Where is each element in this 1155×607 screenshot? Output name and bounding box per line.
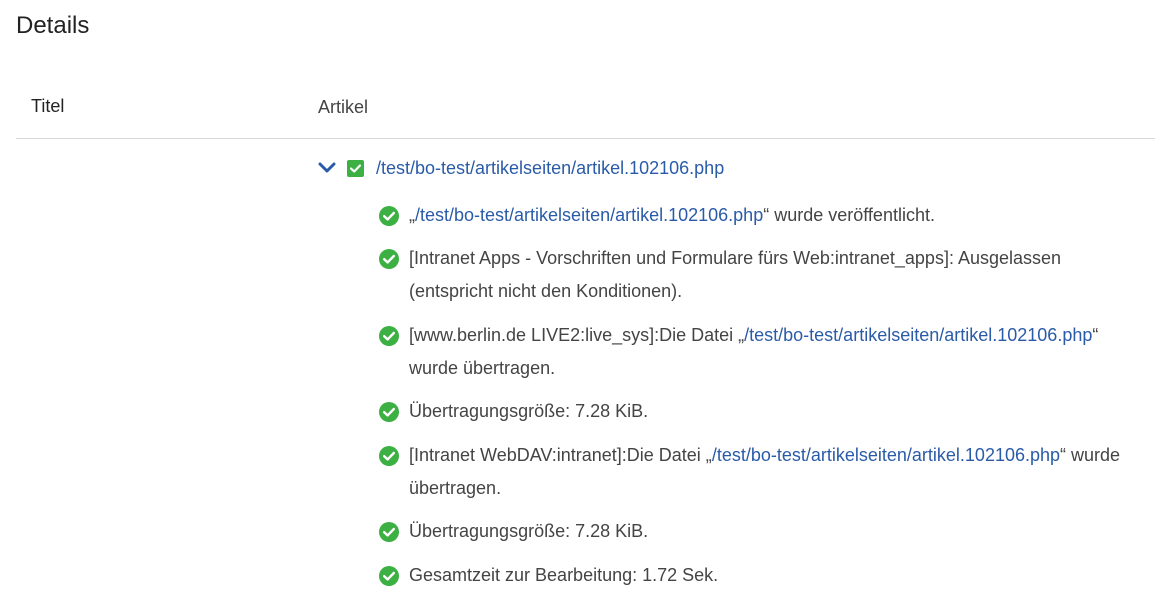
check-circle-icon <box>379 326 399 346</box>
file-link[interactable]: /test/bo-test/artikelseiten/artikel.1021… <box>712 445 1060 465</box>
checkbox-checked[interactable] <box>347 159 364 177</box>
check-circle-icon <box>379 206 399 226</box>
status-message: [www.berlin.de LIVE2:live_sys]:Die Datei… <box>379 324 1149 385</box>
check-circle-icon <box>379 446 399 466</box>
status-message: Übertragungsgröße: 7.28 KiB. <box>379 520 1149 548</box>
message-text: „/test/bo-test/artikelseiten/artikel.102… <box>409 205 935 225</box>
check-circle-icon <box>379 566 399 586</box>
column-header-titel: Titel <box>31 96 65 116</box>
status-message: [Intranet WebDAV:intranet]:Die Datei „/t… <box>379 444 1149 505</box>
message-text: [Intranet Apps - Vorschriften und Formul… <box>409 248 1062 301</box>
status-message: Gesamtzeit zur Bearbeitung: 1.72 Sek. <box>379 564 1149 592</box>
message-text: Übertragungsgröße: 7.28 KiB. <box>409 401 649 421</box>
chevron-down-icon[interactable] <box>318 161 336 175</box>
file-link[interactable]: /test/bo-test/artikelseiten/artikel.1021… <box>744 325 1092 345</box>
message-text: [www.berlin.de LIVE2:live_sys]:Die Datei… <box>409 325 1099 378</box>
message-text: Gesamtzeit zur Bearbeitung: 1.72 Sek. <box>409 565 719 585</box>
check-circle-icon <box>379 402 399 422</box>
details-page: Details Titel Artikel /test/bo-test/arti… <box>0 0 1155 607</box>
status-message: „/test/bo-test/artikelseiten/artikel.102… <box>379 204 1149 232</box>
status-message: Übertragungsgröße: 7.28 KiB. <box>379 400 1149 428</box>
column-header-artikel: Artikel <box>318 97 369 117</box>
page-title: Details <box>16 12 90 39</box>
file-link[interactable]: /test/bo-test/artikelseiten/artikel.1021… <box>415 205 763 225</box>
message-text: Übertragungsgröße: 7.28 KiB. <box>409 521 649 541</box>
root-file-link[interactable]: /test/bo-test/artikelseiten/artikel.1021… <box>376 158 724 179</box>
status-message: [Intranet Apps - Vorschriften und Formul… <box>379 247 1149 308</box>
check-circle-icon <box>379 522 399 542</box>
message-text: [Intranet WebDAV:intranet]:Die Datei „/t… <box>409 445 1121 498</box>
table-header: Titel Artikel <box>16 93 1155 139</box>
tree-root-item: /test/bo-test/artikelseiten/artikel.1021… <box>318 155 724 181</box>
check-circle-icon <box>379 249 399 269</box>
